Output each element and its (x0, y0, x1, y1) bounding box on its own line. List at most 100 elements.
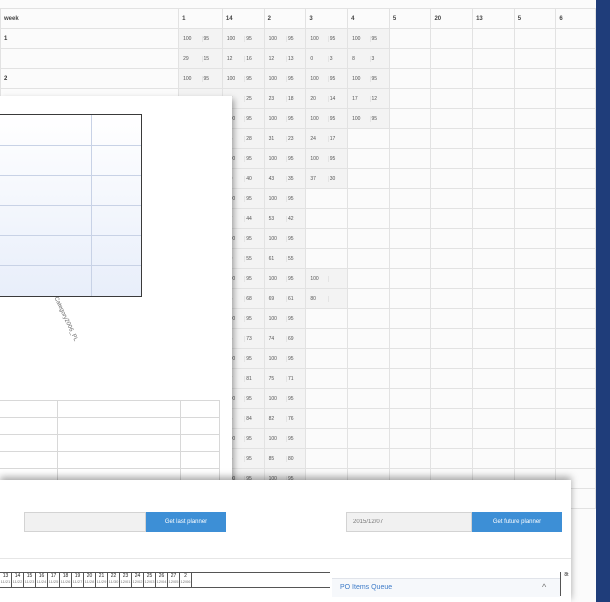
cell-value: 100 (268, 275, 287, 282)
cell-value: 14 (329, 95, 336, 102)
day-column-header: 15 11/23 (24, 573, 36, 587)
empty-cell (513, 208, 557, 229)
empty-cell (388, 328, 432, 349)
cell-value: 100 (226, 75, 246, 82)
empty-cell (472, 288, 515, 309)
empty-cell (472, 388, 515, 409)
empty-cell (347, 428, 390, 449)
cell-value: 95 (288, 355, 294, 362)
day-date: 11/30 (108, 579, 119, 584)
empty-cell (472, 48, 515, 69)
grid-header-cell: week (0, 8, 180, 29)
empty-cell (472, 428, 515, 449)
cell-value: 95 (288, 75, 294, 82)
empty-cell (347, 448, 390, 469)
value-cell: 85 80 (263, 448, 307, 469)
cell-value: 95 (246, 395, 252, 402)
empty-cell (430, 88, 474, 109)
week-row-label: 2 (0, 68, 180, 89)
day-date: 11/28 (84, 579, 95, 584)
cell-value: 95 (329, 35, 336, 42)
value-cell: 80 (305, 288, 349, 309)
cell-value: 100 (309, 155, 329, 162)
empty-cell (388, 288, 432, 309)
empty-cell (513, 68, 557, 89)
cell-value: 71 (288, 375, 294, 382)
empty-cell (305, 228, 349, 249)
empty-cell (388, 448, 432, 469)
value-cell: 10095 (178, 28, 223, 49)
cell-value: 95 (288, 195, 294, 202)
day-column-header: 13 11/21 (0, 573, 12, 587)
empty-cell (555, 448, 596, 469)
future-planner-date-input[interactable] (346, 512, 472, 532)
empty-cell (430, 348, 474, 369)
cell-value: 100 (268, 115, 287, 122)
empty-cell (472, 348, 515, 369)
value-cell: 43 35 (263, 168, 307, 189)
last-planner-input[interactable] (24, 512, 146, 532)
po-items-queue-title[interactable]: PO Items Queue (340, 584, 392, 591)
empty-cell (472, 448, 515, 469)
cell-value: 95 (371, 35, 378, 42)
empty-cell (472, 188, 515, 209)
value-cell: 10095 (347, 28, 390, 49)
empty-cell (513, 188, 557, 209)
day-date: 12/03 (144, 579, 155, 584)
cell-value: 15 (203, 55, 210, 62)
value-cell: 31 23 (263, 128, 307, 149)
cell-value: 80 (309, 295, 329, 302)
empty-cell (430, 388, 474, 409)
cell-value: 100 (268, 35, 287, 42)
value-cell: 10095 (263, 148, 307, 169)
day-strip: 13 11/21 14 11/22 15 11/23 16 11/24 17 11/25 18 11/… (0, 572, 330, 588)
value-cell: 17 12 (347, 88, 390, 109)
day-column-header: 21 11/29 (96, 573, 108, 587)
cell-value: 100 (268, 235, 287, 242)
cell-value: 61 (268, 255, 287, 262)
get-last-planner-button[interactable]: Get last planner (146, 512, 226, 532)
empty-cell (472, 128, 515, 149)
value-cell: 23 18 (263, 88, 307, 109)
day-column-header: 20 11/28 (84, 573, 96, 587)
cell-value: 95 (329, 75, 336, 82)
day-date: 12/02 (132, 579, 143, 584)
cell-value: 80 (288, 455, 294, 462)
day-column-header: 26 12/04 (156, 573, 168, 587)
cell-value: 95 (371, 115, 378, 122)
cell-value: 85 (268, 455, 287, 462)
day-column-header: 23 12/01 (120, 573, 132, 587)
chart-gridline (91, 115, 92, 296)
grid-header-cell: 14 (221, 8, 265, 29)
value-cell: 20 14 (305, 88, 349, 109)
cell-value: 95 (246, 435, 252, 442)
empty-cell (347, 208, 390, 229)
chart-gridline (0, 265, 141, 266)
get-future-planner-button[interactable]: Get future planner (472, 512, 562, 532)
day-date: 11/21 (0, 579, 11, 584)
value-cell: 12 13 (263, 48, 307, 69)
value-cell: 10095 (263, 268, 307, 289)
empty-cell (555, 368, 596, 389)
empty-cell (430, 268, 474, 289)
empty-cell (472, 168, 515, 189)
empty-cell (555, 428, 596, 449)
empty-cell (472, 368, 515, 389)
value-cell: 10095 (263, 348, 307, 369)
cell-value: 100 (351, 115, 371, 122)
cell-value: 100 (268, 395, 287, 402)
empty-cell (305, 448, 349, 469)
value-cell: 10095 (305, 148, 349, 169)
chart-gridline (0, 145, 141, 146)
empty-cell (513, 168, 557, 189)
value-cell: 10095 (263, 228, 307, 249)
empty-cell (555, 408, 596, 429)
chevron-up-icon[interactable]: ^ (542, 582, 546, 592)
po-items-queue-header[interactable]: PO Items Queue ^ (332, 578, 560, 597)
value-cell: 10095 (263, 308, 307, 329)
empty-cell (305, 408, 349, 429)
value-cell: 10095 (263, 68, 307, 89)
value-cell: 10095 (263, 188, 307, 209)
cell-value: 13 (288, 55, 294, 62)
empty-cell (388, 28, 432, 49)
